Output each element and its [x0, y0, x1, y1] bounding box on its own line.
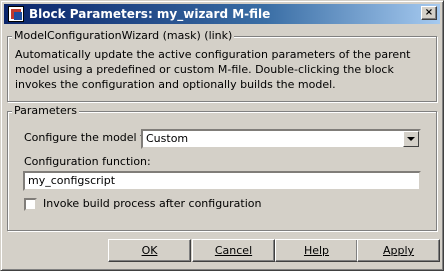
config-function-input[interactable]: my_configscript: [23, 171, 421, 191]
simulink-block-icon: [8, 6, 24, 22]
help-button-label: Help: [303, 244, 330, 257]
chevron-down-icon[interactable]: [403, 131, 419, 147]
configure-model-label: Configure the model for:: [24, 131, 159, 144]
cancel-button[interactable]: Cancel: [192, 239, 275, 262]
invoke-build-checkbox[interactable]: [24, 198, 37, 211]
ok-button[interactable]: OK: [108, 239, 191, 262]
title-bar[interactable]: Block Parameters: my_wizard M-file ×: [4, 4, 440, 24]
close-button[interactable]: ×: [421, 6, 437, 20]
configure-model-select[interactable]: Custom: [141, 129, 421, 149]
parameters-group-legend: Parameters: [12, 104, 79, 117]
mask-group-legend: ModelConfigurationWizard (mask) (link): [12, 29, 235, 42]
ok-button-label: OK: [141, 244, 158, 257]
help-button[interactable]: Help: [275, 239, 358, 262]
configure-model-value: Custom: [146, 132, 189, 145]
window-title: Block Parameters: my_wizard M-file: [29, 7, 271, 21]
apply-button[interactable]: Apply: [357, 239, 440, 262]
invoke-build-label: Invoke build process after configuration: [43, 197, 262, 210]
mask-description: Automatically update the active configur…: [15, 48, 411, 91]
apply-button-label: Apply: [382, 244, 415, 257]
config-function-label: Configuration function:: [24, 155, 151, 168]
block-parameters-dialog: Block Parameters: my_wizard M-file × Mod…: [0, 0, 444, 271]
parameters-group: Parameters Configure the model for: Cust…: [7, 104, 437, 231]
cancel-button-label: Cancel: [214, 244, 253, 257]
mask-description-group: ModelConfigurationWizard (mask) (link) A…: [7, 29, 437, 102]
